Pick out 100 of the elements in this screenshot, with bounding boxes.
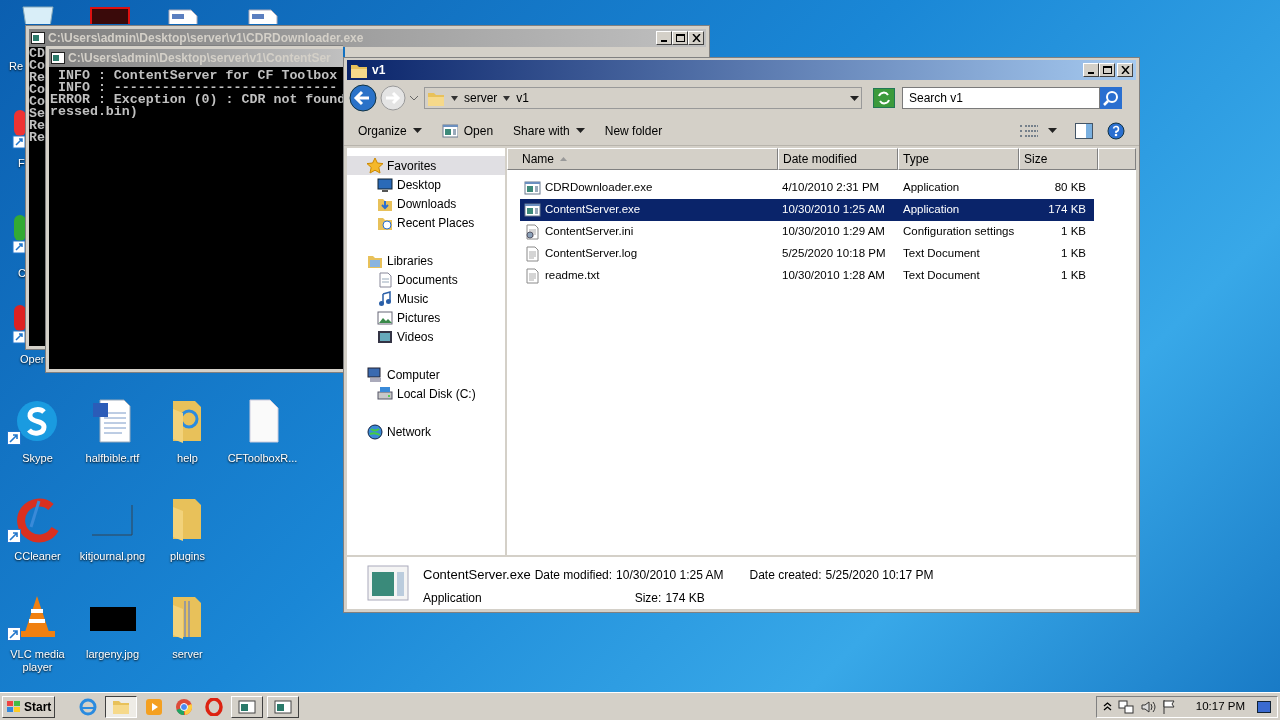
taskbar-button[interactable] [105, 695, 138, 718]
icon-label[interactable]: Skype [0, 452, 75, 465]
window-title: C:\Users\admin\Desktop\server\v1\CDRDownloader.exe [48, 30, 364, 47]
title-bar[interactable]: v1 [347, 60, 1136, 80]
caret-icon[interactable] [503, 95, 511, 101]
close-icon [691, 34, 701, 42]
icon-label[interactable]: help [150, 452, 225, 465]
network-icon[interactable] [1117, 698, 1134, 715]
application-icon [367, 565, 409, 601]
file-row[interactable]: readme.txt 10/30/2010 1:28 AM Text Document 1 KB [520, 265, 1094, 287]
nav-item[interactable]: Desktop [347, 175, 505, 194]
file-type: Application [423, 589, 483, 607]
nav-item[interactable]: Favorites [347, 156, 505, 175]
nav-item[interactable]: Videos [347, 327, 505, 346]
nav-item[interactable]: Local Disk (C:) [347, 384, 505, 403]
nav-item[interactable]: Computer [347, 365, 505, 384]
computer-icon [367, 366, 383, 383]
flag-icon[interactable] [1161, 698, 1176, 715]
network-icon [367, 423, 383, 440]
column-header[interactable]: Size [1019, 148, 1098, 170]
table-cell-text: 10/30/2010 1:29 AM [781, 224, 886, 240]
maximize-button[interactable] [672, 31, 688, 45]
icon-label[interactable]: Re [9, 58, 24, 75]
icon-label[interactable]: F [18, 155, 25, 172]
file-name: CDRDownloader.exe [545, 180, 653, 196]
table-cell-text: Text Document [902, 246, 981, 262]
nav-item[interactable]: Network [347, 422, 505, 441]
videos-icon [377, 328, 393, 345]
icon-label[interactable]: largeny.jpg [75, 648, 150, 661]
icon-label[interactable]: plugins [150, 550, 225, 563]
icon-label[interactable]: CFToolboxR... [225, 452, 300, 465]
column-header[interactable]: Date modified [778, 148, 898, 170]
file-row[interactable]: ContentServer.exe 10/30/2010 1:25 AM Application 174 KB [520, 199, 1094, 221]
explorer-window[interactable] [343, 57, 1140, 613]
minimize-button[interactable] [656, 31, 672, 45]
toolbar-button[interactable]: New folder [604, 121, 663, 140]
minimize-button[interactable] [1083, 63, 1099, 77]
column-header[interactable]: Name [507, 148, 778, 170]
file-row[interactable]: ContentServer.log 5/25/2020 10:18 PM Text Document 1 KB [520, 243, 1094, 265]
nav-item[interactable]: Downloads [347, 194, 505, 213]
view-options-icon[interactable] [1020, 123, 1038, 138]
icon-label[interactable]: C [18, 265, 26, 282]
search-button[interactable] [1100, 87, 1122, 109]
search-field[interactable]: Search v1 [902, 87, 1100, 109]
icon-label[interactable]: halfbible.rtf [75, 452, 150, 465]
text-file-icon [524, 268, 541, 284]
icon-label[interactable]: kitjournal.png [75, 550, 150, 563]
icon-label[interactable]: VLC media player [0, 648, 75, 674]
column-header[interactable]: Type [898, 148, 1019, 170]
file-row[interactable]: ContentServer.ini 10/30/2010 1:29 AM Configuration settings 1 KB [520, 221, 1094, 243]
show-desktop-icon[interactable] [1257, 700, 1271, 713]
icon-label[interactable]: CCleaner [0, 550, 75, 563]
table-cell-text: Configuration settings [902, 224, 1016, 240]
clock[interactable]: 10:17 PM [1195, 697, 1245, 716]
nav-item[interactable]: Pictures [347, 308, 505, 327]
console-icon [31, 32, 45, 44]
close-button[interactable] [1117, 63, 1133, 77]
toolbar-button[interactable]: Share with [513, 121, 585, 140]
back-button[interactable] [349, 84, 377, 112]
breadcrumb-link[interactable]: v1 [516, 89, 530, 107]
file-name: ContentServer.log [545, 246, 638, 262]
desktop-icon [377, 176, 393, 193]
address-bar[interactable]: server v1 [424, 87, 862, 109]
toolbar-button[interactable]: Open [441, 121, 494, 140]
chevron-up-icon[interactable] [1102, 702, 1112, 711]
help-icon[interactable] [1107, 121, 1125, 140]
column-header[interactable] [1098, 148, 1136, 170]
caret-icon [575, 128, 585, 133]
icon-label[interactable]: server [150, 648, 225, 661]
maximize-icon [675, 34, 685, 42]
nav-item[interactable]: Recent Places [347, 213, 505, 232]
console-line: Se [29, 108, 45, 120]
caret-icon [412, 128, 422, 133]
dropdown-icon[interactable] [850, 95, 859, 101]
window-title: v1 [372, 62, 386, 79]
preview-pane-icon[interactable] [1075, 122, 1093, 139]
refresh-button[interactable] [873, 88, 895, 108]
caret-icon[interactable] [1048, 128, 1057, 133]
maximize-button[interactable] [1099, 63, 1115, 77]
star-icon [367, 157, 383, 174]
file-row[interactable]: CDRDownloader.exe 4/10/2010 2:31 PM Application 80 KB [520, 177, 1094, 199]
close-button[interactable] [688, 31, 704, 45]
icon-label[interactable]: Oper [20, 351, 45, 368]
windows-logo-icon [6, 699, 22, 714]
file-name: ContentServer.ini [545, 224, 634, 240]
console-icon [51, 52, 65, 64]
nav-item[interactable]: Documents [347, 270, 505, 289]
start-button[interactable]: Start [2, 695, 56, 718]
sort-arrow-icon [560, 157, 567, 161]
nav-item[interactable]: Music [347, 289, 505, 308]
volume-icon[interactable] [1139, 698, 1156, 715]
console-line: ressed.bin) [50, 106, 138, 118]
text-file-icon [524, 246, 541, 262]
opera-icon [205, 697, 224, 716]
nav-item[interactable]: Libraries [347, 251, 505, 270]
field-label: Size: [634, 590, 662, 607]
file-name: ContentServer.exe [545, 202, 641, 218]
caret-icon[interactable] [451, 95, 458, 101]
toolbar-button[interactable]: Organize [358, 121, 422, 140]
breadcrumb-link[interactable]: server [464, 89, 498, 107]
